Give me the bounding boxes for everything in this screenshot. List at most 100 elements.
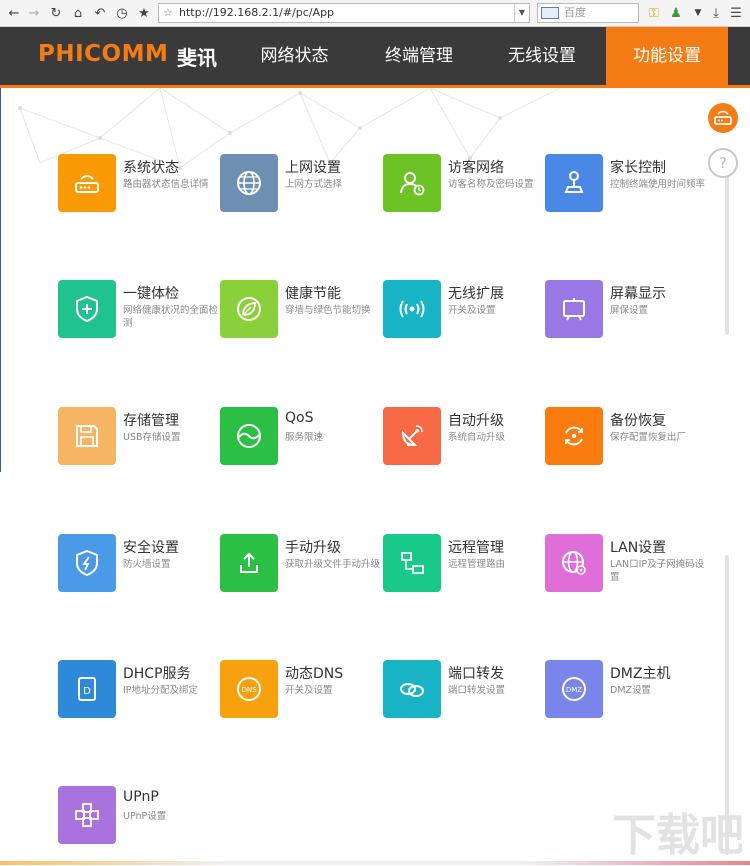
tile-desc: 屏保设置 <box>610 305 649 316</box>
extension-dropdown-icon[interactable]: ▼ <box>688 3 708 23</box>
tile-storage-management[interactable]: 存储管理 USB存储设置 <box>58 407 218 471</box>
tile-desc: 穿墙与绿色节能切换 <box>285 305 371 316</box>
reload-icon[interactable]: ↻ <box>46 3 66 23</box>
tile-icon-box[interactable] <box>220 280 278 338</box>
tile-title: QoS <box>285 410 314 426</box>
nav-network-status[interactable]: 网络状态 <box>237 27 352 85</box>
browser-toolbar: ← → ↻ ⌂ ↶ ◷ ★ ☆ http://192.168.2.1/#/pc/… <box>0 0 750 27</box>
watermark-graphic: 下载吧 <box>612 810 744 861</box>
tile-remote-management[interactable]: 远程管理 远程管理路由 <box>383 534 543 598</box>
tile-auto-upgrade[interactable]: 自动升级 系统自动升级 <box>383 407 543 471</box>
router-icon <box>75 175 99 193</box>
tile-icon-box[interactable] <box>220 154 278 212</box>
back-icon[interactable]: ← <box>4 3 24 23</box>
home-icon[interactable]: ⌂ <box>68 3 88 23</box>
search-input[interactable]: 百度 <box>537 3 639 23</box>
nav-wireless-settings[interactable]: 无线设置 <box>483 27 601 85</box>
tile-icon-box[interactable] <box>383 660 441 718</box>
tile-icon-box[interactable] <box>545 407 603 465</box>
tile-title: 无线扩展 <box>448 286 504 302</box>
shield-bolt-icon <box>76 549 98 577</box>
tile-dhcp-service[interactable]: D DHCP服务 IP地址分配及绑定 <box>58 660 218 724</box>
tile-icon-box[interactable] <box>220 407 278 465</box>
url-star-icon[interactable]: ☆ <box>163 4 173 22</box>
tile-icon-box[interactable] <box>383 154 441 212</box>
bookmark-star-icon[interactable]: ★ <box>134 3 154 23</box>
side-help-button[interactable]: ? <box>708 148 738 178</box>
side-router-button[interactable] <box>708 103 738 133</box>
tile-icon-box[interactable] <box>383 534 441 592</box>
svg-text:DMZ: DMZ <box>566 686 582 694</box>
tile-title: 家长控制 <box>610 160 666 176</box>
tile-icon-box[interactable] <box>58 154 116 212</box>
tile-lan-settings[interactable]: LAN设置 LAN口IP及子网掩码设置 <box>545 534 705 598</box>
brand-logo-cn: 斐讯 <box>177 46 217 70</box>
tile-icon-box[interactable] <box>545 534 603 592</box>
guest-user-icon <box>400 172 425 196</box>
tile-icon-box[interactable] <box>58 280 116 338</box>
tile-title: DMZ主机 <box>610 666 671 682</box>
globe-icon <box>237 171 261 195</box>
tile-icon-box[interactable] <box>220 534 278 592</box>
tile-icon-box[interactable]: D <box>58 660 116 718</box>
top-navigation: PHICOMM 斐讯 网络状态 终端管理 无线设置 功能设置 <box>0 27 750 85</box>
tile-guest-network[interactable]: 访客网络 访客名称及密码设置 <box>383 154 543 218</box>
tile-port-forwarding[interactable]: 端口转发 端口转发设置 <box>383 660 543 724</box>
extension-icon[interactable]: ♟ <box>666 3 686 23</box>
brand-logo: PHICOMM <box>38 41 169 67</box>
nav-terminal-management[interactable]: 终端管理 <box>360 27 478 85</box>
address-dropdown-icon[interactable]: ▼ <box>514 4 529 22</box>
tile-desc: 端口转发设置 <box>448 685 506 696</box>
tile-desc: 服务限速 <box>285 432 324 443</box>
floppy-icon <box>76 425 98 447</box>
upload-icon <box>240 552 258 573</box>
history-icon[interactable]: ◷ <box>112 3 132 23</box>
key-icon[interactable]: ⚿ <box>644 3 664 23</box>
tile-system-status[interactable]: 系统状态 路由器状态信息详情 <box>58 154 218 218</box>
tile-icon-box[interactable] <box>58 786 116 844</box>
download-icon[interactable]: ⤓ <box>706 3 726 23</box>
nav-function-settings[interactable]: 功能设置 <box>606 27 728 85</box>
tile-security-settings[interactable]: 安全设置 防火墙设置 <box>58 534 218 598</box>
tile-title: 一键体检 <box>123 286 179 302</box>
tile-desc: 开关及设置 <box>448 305 496 316</box>
tile-icon-box[interactable] <box>58 534 116 592</box>
joystick-icon <box>564 171 584 193</box>
tile-desc: 上网方式选择 <box>285 179 343 190</box>
tile-desc: IP地址分配及绑定 <box>123 685 199 696</box>
tile-backup-restore[interactable]: 备份恢复 保存配置恢复出厂 <box>545 407 705 471</box>
tile-dmz-host[interactable]: DMZ DMZ主机 DMZ设置 <box>545 660 705 724</box>
tile-one-click-check[interactable]: 一键体检 网络健康状况的全面检测 <box>58 280 218 344</box>
tile-title: 手动升级 <box>285 540 341 556</box>
tile-desc: 开关及设置 <box>285 685 333 696</box>
tile-title: 端口转发 <box>448 666 504 682</box>
tile-manual-upgrade[interactable]: 手动升级 获取升级文件手动升级 <box>220 534 380 598</box>
search-engine-icon[interactable] <box>541 7 559 19</box>
forward-icon[interactable]: → <box>24 3 44 23</box>
qos-icon <box>237 424 261 448</box>
tile-wireless-extend[interactable]: 无线扩展 开关及设置 <box>383 280 543 344</box>
tile-screen-display[interactable]: 屏幕显示 屏保设置 <box>545 280 705 344</box>
undo-icon[interactable]: ↶ <box>90 3 110 23</box>
scrollbar-track-upper[interactable] <box>725 175 729 335</box>
tile-qos[interactable]: QoS 服务限速 <box>220 407 380 471</box>
tile-upnp[interactable]: UPnP UPnP设置 <box>58 786 218 850</box>
tile-icon-box[interactable] <box>545 280 603 338</box>
tile-icon-box[interactable]: DNS <box>220 660 278 718</box>
tile-icon-box[interactable] <box>383 280 441 338</box>
tile-icon-box[interactable] <box>58 407 116 465</box>
tile-energy-saving[interactable]: 健康节能 穿墙与绿色节能切换 <box>220 280 380 344</box>
tile-desc: 访客名称及密码设置 <box>448 179 534 190</box>
menu-icon[interactable]: ☰ <box>726 3 746 23</box>
tile-desc: 防火墙设置 <box>123 559 171 570</box>
tile-dynamic-dns[interactable]: DNS 动态DNS 开关及设置 <box>220 660 380 724</box>
tile-icon-box[interactable]: DMZ <box>545 660 603 718</box>
tile-parental-control[interactable]: 家长控制 控制终端使用时间频率 <box>545 154 705 218</box>
svg-text:D: D <box>83 686 91 697</box>
remote-icon <box>401 552 424 574</box>
tile-internet-settings[interactable]: 上网设置 上网方式选择 <box>220 154 380 218</box>
tile-icon-box[interactable] <box>545 154 603 212</box>
dns-icon: DNS <box>237 677 261 701</box>
tile-icon-box[interactable] <box>383 407 441 465</box>
address-bar[interactable]: ☆ http://192.168.2.1/#/pc/App ▼ <box>158 3 530 23</box>
